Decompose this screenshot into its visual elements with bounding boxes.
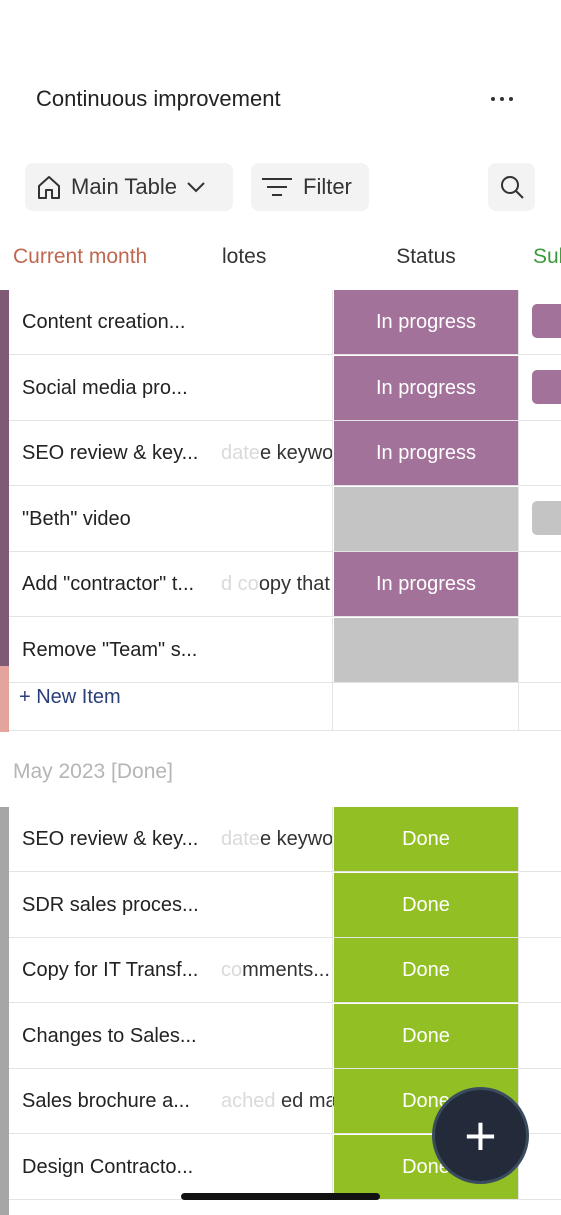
status-cell[interactable]: [334, 486, 518, 551]
column-divider: [332, 552, 333, 617]
status-cell[interactable]: Done: [334, 872, 518, 937]
status-cell[interactable]: Done: [334, 1003, 518, 1068]
column-divider: [518, 355, 519, 421]
new-item-row[interactable]: + New Item: [9, 666, 561, 731]
column-divider: [332, 421, 333, 486]
group-title[interactable]: May 2023 [Done]: [13, 760, 173, 784]
notes-faded-text: co: [221, 959, 243, 981]
filter-lines-icon: [262, 178, 292, 196]
status-cell[interactable]: In progress: [334, 355, 518, 420]
column-divider: [332, 1003, 333, 1069]
column-header-status[interactable]: Status: [334, 245, 518, 269]
item-name[interactable]: Add "contractor" t...: [22, 552, 194, 616]
column-divider: [332, 290, 333, 355]
table-row[interactable]: SDR sales proces... Done: [9, 872, 561, 938]
sub-status-chip[interactable]: [532, 369, 561, 404]
group-color-bar: [0, 290, 9, 666]
table-row[interactable]: SEO review & key... datee keywor... In pro…: [9, 421, 561, 486]
column-divider: [518, 421, 519, 486]
status-cell[interactable]: Done: [334, 938, 518, 1002]
notes-faded-text: ached: [221, 1090, 276, 1112]
more-options-button[interactable]: [484, 84, 520, 114]
column-divider: [518, 938, 519, 1003]
column-divider: [332, 872, 333, 938]
sub-status-chip[interactable]: [532, 304, 561, 338]
item-name[interactable]: SDR sales proces...: [22, 873, 199, 937]
column-divider: [518, 1003, 519, 1069]
table-row[interactable]: "Beth" video: [9, 486, 561, 552]
column-divider: [518, 666, 519, 731]
add-button[interactable]: +: [432, 1087, 529, 1184]
notes-faded-text: d co: [221, 573, 259, 595]
status-cell[interactable]: In progress: [334, 552, 518, 616]
column-header-notes[interactable]: lotes: [222, 245, 266, 269]
item-name[interactable]: SEO review & key...: [22, 807, 198, 871]
plus-icon: +: [464, 1104, 497, 1167]
column-divider: [332, 355, 333, 421]
new-item-button[interactable]: + New Item: [19, 686, 121, 709]
column-divider: [518, 872, 519, 938]
column-divider: [332, 486, 333, 552]
status-cell[interactable]: In progress: [334, 290, 518, 354]
column-divider: [332, 1069, 333, 1134]
home-indicator: [181, 1193, 380, 1200]
home-icon: [38, 176, 60, 199]
main-table-label: Main Table: [71, 174, 177, 199]
item-name[interactable]: Content creation...: [22, 290, 185, 354]
filter-button[interactable]: Filter: [251, 163, 369, 211]
sub-status-chip[interactable]: [532, 500, 561, 535]
table-row[interactable]: Copy for IT Transf... comments... Done: [9, 938, 561, 1003]
item-notes[interactable]: comments...: [221, 938, 330, 1002]
chevron-down-icon: [187, 182, 205, 193]
item-name[interactable]: "Beth" video: [22, 487, 131, 551]
group-color-bar: [0, 807, 9, 1215]
column-divider: [332, 1134, 333, 1200]
column-divider: [332, 807, 333, 872]
column-divider: [332, 666, 333, 731]
search-button[interactable]: [488, 163, 535, 211]
board-title: Continuous improvement: [36, 86, 281, 111]
main-table-view-button[interactable]: Main Table: [25, 163, 233, 211]
group-header-current-month[interactable]: Current month: [13, 245, 147, 269]
table-row[interactable]: Add "contractor" t... d coopy that l... In…: [9, 552, 561, 617]
table-row[interactable]: Social media pro... In progress: [9, 355, 561, 421]
notes-faded-text: date: [221, 828, 260, 850]
item-name[interactable]: Design Contracto...: [22, 1135, 193, 1199]
status-cell[interactable]: Done: [334, 807, 518, 871]
filter-label: Filter: [303, 174, 352, 199]
column-divider: [518, 290, 519, 355]
item-name[interactable]: SEO review & key...: [22, 421, 198, 485]
status-cell[interactable]: In progress: [334, 421, 518, 485]
column-divider: [518, 486, 519, 552]
notes-text: mments...: [242, 959, 330, 981]
notes-faded-text: date: [221, 442, 260, 464]
column-header-sub[interactable]: Sul: [533, 245, 561, 269]
table-row[interactable]: Changes to Sales... Done: [9, 1003, 561, 1069]
table-row[interactable]: Content creation... In progress: [9, 290, 561, 355]
item-name[interactable]: Changes to Sales...: [22, 1004, 197, 1068]
table-row[interactable]: SEO review & key... datee keywor... Done: [9, 807, 561, 872]
search-icon: [500, 176, 524, 199]
column-divider: [518, 807, 519, 872]
item-name[interactable]: Sales brochure a...: [22, 1069, 190, 1133]
item-name[interactable]: Social media pro...: [22, 356, 188, 420]
group-current-month: Content creation... In progress Social med…: [0, 290, 561, 732]
column-divider: [518, 552, 519, 617]
more-horizontal-icon: [491, 97, 495, 101]
item-name[interactable]: Copy for IT Transf...: [22, 938, 198, 1002]
column-divider: [332, 938, 333, 1003]
